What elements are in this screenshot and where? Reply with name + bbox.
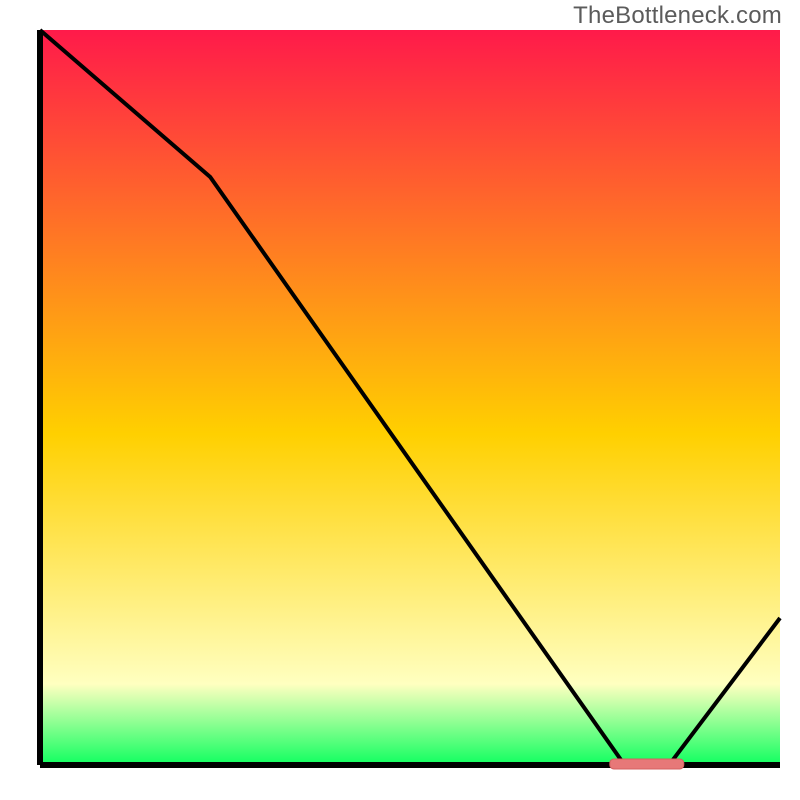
plot-background bbox=[40, 30, 780, 765]
chart-svg bbox=[0, 0, 800, 800]
chart-container: TheBottleneck.com bbox=[0, 0, 800, 800]
optimal-range-marker bbox=[610, 759, 684, 769]
watermark-text: TheBottleneck.com bbox=[573, 2, 782, 30]
